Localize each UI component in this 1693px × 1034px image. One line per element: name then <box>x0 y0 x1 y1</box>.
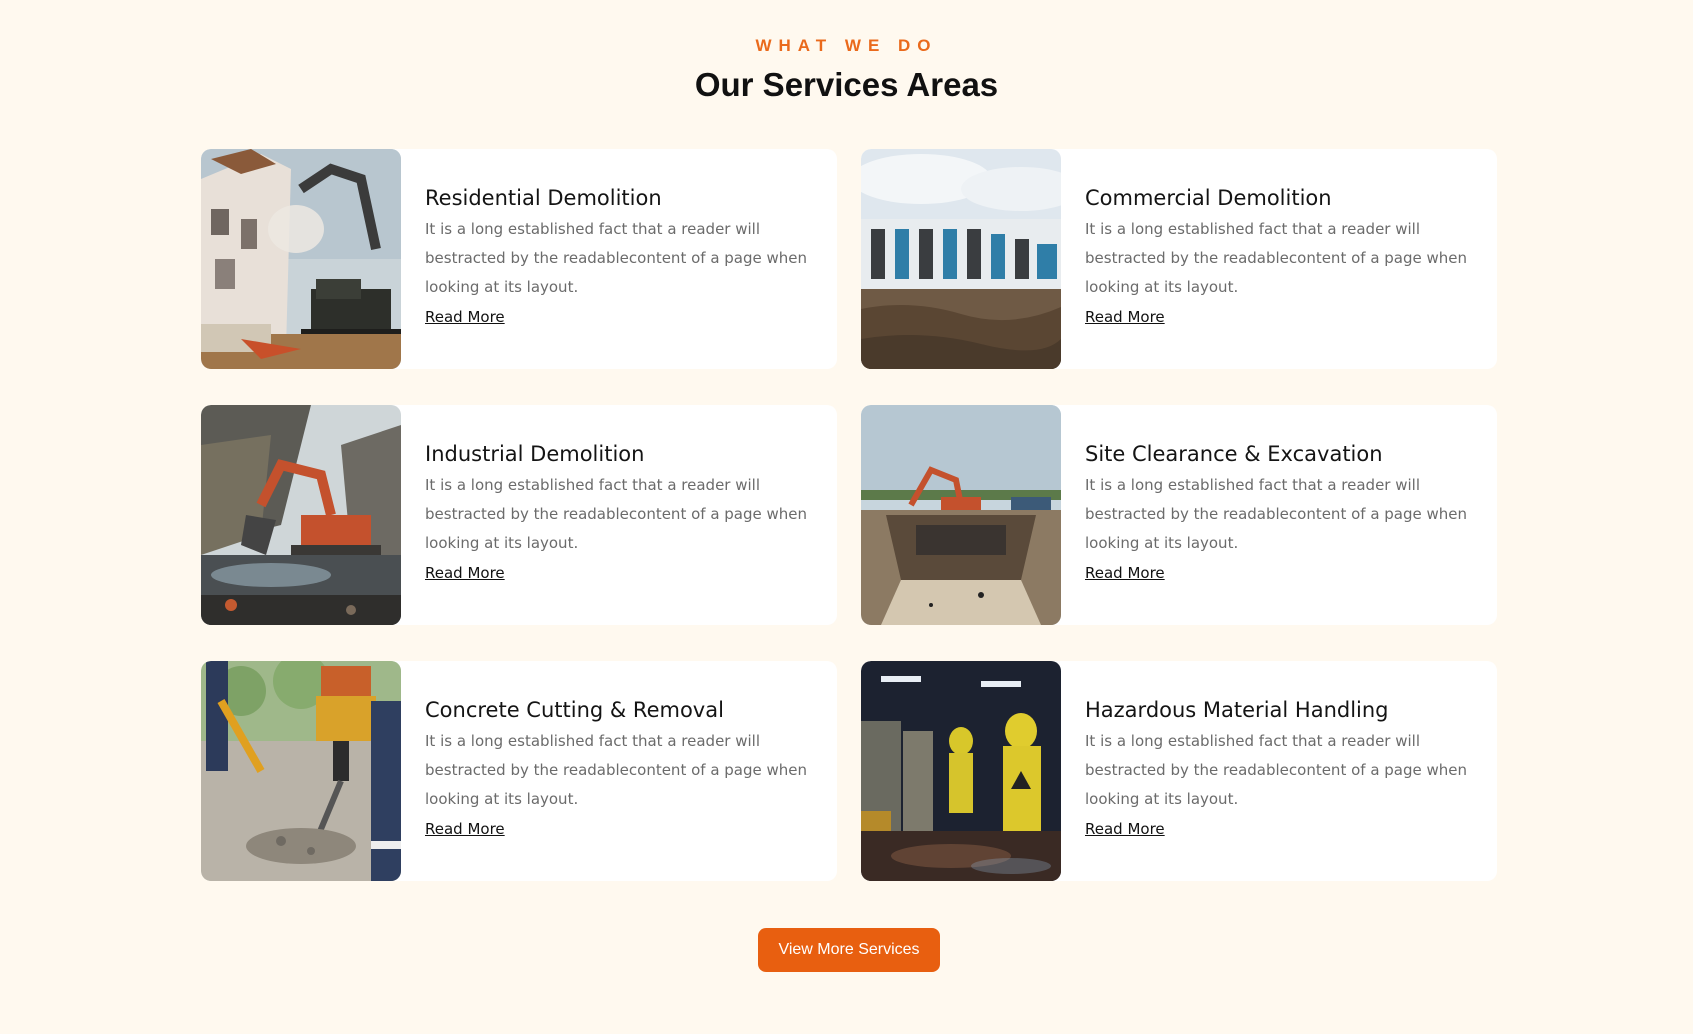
section-eyebrow: WHAT WE DO <box>755 36 938 55</box>
service-title: Concrete Cutting & Removal <box>425 698 724 722</box>
services-section: WHAT WE DO Our Services Areas Residentia… <box>0 0 1693 1034</box>
service-title: Site Clearance & Excavation <box>1085 442 1383 466</box>
service-card-body: Residential Demolition It is a long esta… <box>401 149 837 369</box>
read-more-link[interactable]: Read More <box>425 308 505 326</box>
service-title: Residential Demolition <box>425 186 662 210</box>
service-description: It is a long established fact that a rea… <box>425 732 808 808</box>
service-description: It is a long established fact that a rea… <box>1085 476 1468 552</box>
section-title: Our Services Areas <box>694 66 999 103</box>
service-image-hazardous-material-handling <box>861 661 1061 881</box>
service-image-site-clearance-excavation <box>861 405 1061 625</box>
service-title: Hazardous Material Handling <box>1085 698 1389 722</box>
service-image-commercial-demolition <box>861 149 1061 369</box>
service-title: Commercial Demolition <box>1085 186 1332 210</box>
service-image-residential-demolition <box>201 149 401 369</box>
services-grid: Residential Demolition It is a long esta… <box>201 149 1497 881</box>
read-more-link[interactable]: Read More <box>425 820 505 838</box>
read-more-link[interactable]: Read More <box>1085 820 1165 838</box>
service-title: Industrial Demolition <box>425 442 645 466</box>
service-card-body: Site Clearance & Excavation It is a long… <box>1061 405 1497 625</box>
service-card-body: Commercial Demolition It is a long estab… <box>1061 149 1497 369</box>
service-card-hazardous-material-handling: Hazardous Material Handling It is a long… <box>861 661 1497 881</box>
service-card-concrete-cutting-removal: Concrete Cutting & Removal It is a long … <box>201 661 837 881</box>
read-more-link[interactable]: Read More <box>425 564 505 582</box>
service-description: It is a long established fact that a rea… <box>1085 220 1468 296</box>
service-description: It is a long established fact that a rea… <box>425 476 808 552</box>
service-description: It is a long established fact that a rea… <box>425 220 808 296</box>
service-card-body: Industrial Demolition It is a long estab… <box>401 405 837 625</box>
service-image-industrial-demolition <box>201 405 401 625</box>
service-card-industrial-demolition: Industrial Demolition It is a long estab… <box>201 405 837 625</box>
service-image-concrete-cutting-removal <box>201 661 401 881</box>
read-more-link[interactable]: Read More <box>1085 308 1165 326</box>
service-card-commercial-demolition: Commercial Demolition It is a long estab… <box>861 149 1497 369</box>
service-card-residential-demolition: Residential Demolition It is a long esta… <box>201 149 837 369</box>
service-description: It is a long established fact that a rea… <box>1085 732 1468 808</box>
service-card-body: Hazardous Material Handling It is a long… <box>1061 661 1497 881</box>
view-more-services-button[interactable]: View More Services <box>758 928 940 972</box>
service-card-site-clearance-excavation: Site Clearance & Excavation It is a long… <box>861 405 1497 625</box>
service-card-body: Concrete Cutting & Removal It is a long … <box>401 661 837 881</box>
read-more-link[interactable]: Read More <box>1085 564 1165 582</box>
